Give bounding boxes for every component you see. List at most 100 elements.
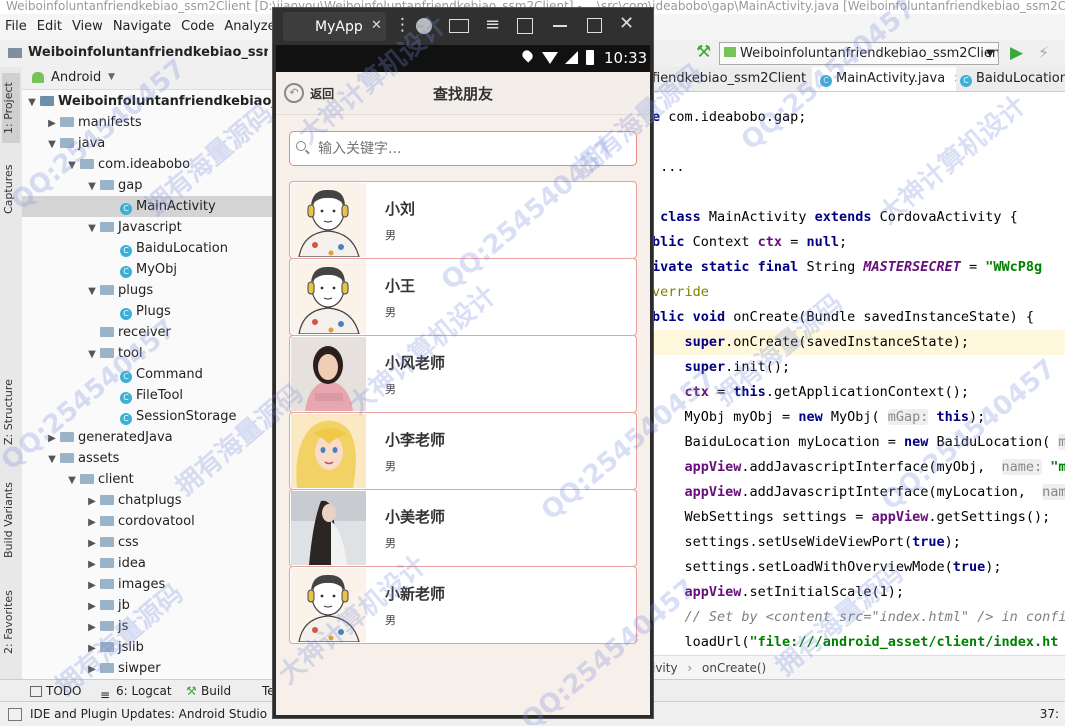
- chevron-down-icon[interactable]: ▼: [108, 72, 115, 82]
- code-line[interactable]: // Set by <content src="index.html" /> i…: [652, 605, 1065, 630]
- friend-list-item[interactable]: 小美老师男: [289, 489, 637, 567]
- chevron-down-icon[interactable]: ▼: [66, 470, 78, 491]
- tab-favorites[interactable]: 2: Favorites: [2, 587, 20, 657]
- code-line[interactable]: class MainActivity extends CordovaActivi…: [652, 205, 1065, 230]
- cursor-position[interactable]: 37:: [1040, 702, 1059, 726]
- tab-structure[interactable]: Z: Structure: [2, 375, 20, 449]
- account-icon[interactable]: [416, 18, 432, 34]
- code-line[interactable]: settings.setLoadWithOverviewMode(true);: [652, 555, 1065, 580]
- chevron-down-icon[interactable]: ▼: [86, 344, 98, 365]
- hammer-icon[interactable]: ⚒: [696, 42, 711, 62]
- code-line[interactable]: [652, 130, 1065, 155]
- code-line[interactable]: appView.setInitialScale(1);: [652, 580, 1065, 605]
- editor-tab[interactable]: fiendkebiao_ssm2Client ✕: [646, 67, 808, 91]
- menu-icon[interactable]: ≡: [485, 14, 500, 35]
- code-line[interactable]: WebSettings settings = appView.getSettin…: [652, 505, 1065, 530]
- chevron-right-icon[interactable]: ▶: [46, 113, 58, 134]
- code-line[interactable]: MyObj myObj = new MyObj( mGap: this);: [652, 405, 1065, 430]
- tree-item[interactable]: ▶ generatedJava: [22, 427, 298, 448]
- folder-icon: [100, 495, 114, 505]
- run-config-select[interactable]: Weiboinfoluntanfriendkebiao_ssm2Client ▼: [719, 42, 999, 65]
- tool-todo[interactable]: TODO: [46, 680, 81, 702]
- chevron-right-icon[interactable]: ▶: [86, 554, 98, 575]
- status-message[interactable]: IDE and Plugin Updates: Android Studio i…: [30, 702, 286, 726]
- chevron-down-icon[interactable]: ▼: [66, 155, 78, 176]
- tree-item[interactable]: ▶ manifests: [22, 112, 298, 133]
- code-line[interactable]: BaiduLocation myLocation = new BaiduLoca…: [652, 430, 1065, 455]
- menu-view[interactable]: View: [67, 14, 108, 40]
- tree-item-label: FileTool: [136, 388, 184, 403]
- chevron-right-icon[interactable]: ▶: [86, 659, 98, 680]
- code-line[interactable]: [652, 180, 1065, 205]
- chevron-down-icon[interactable]: ▼: [86, 176, 98, 197]
- code-area[interactable]: e com.ideabobo.gap; ... class MainActivi…: [652, 105, 1065, 655]
- emulator-tab[interactable]: MyApp ✕: [283, 12, 386, 41]
- code-line[interactable]: ctx = this.getApplicationContext();: [652, 380, 1065, 405]
- code-line[interactable]: e com.ideabobo.gap;: [652, 105, 1065, 130]
- code-line[interactable]: ...: [652, 155, 1065, 180]
- run-icon[interactable]: ▶: [1010, 43, 1023, 63]
- editor-tab-active[interactable]: CMainActivity.java ✕: [812, 67, 956, 91]
- more-vertical-icon[interactable]: ⋮: [394, 15, 411, 35]
- code-editor[interactable]: fiendkebiao_ssm2Client ✕ CMainActivity.j…: [652, 67, 1065, 680]
- maximize-icon[interactable]: [587, 18, 602, 33]
- friend-list-item[interactable]: 小李老师男: [289, 412, 637, 490]
- chevron-right-icon[interactable]: ▶: [86, 617, 98, 638]
- tab-captures[interactable]: Captures: [2, 159, 20, 219]
- code-line[interactable]: settings.setUseWideViewPort(true);: [652, 530, 1065, 555]
- tree-item-label: css: [118, 535, 139, 550]
- chevron-right-icon[interactable]: ▶: [86, 596, 98, 617]
- chevron-down-icon[interactable]: ▼: [26, 92, 38, 113]
- menu-navigate[interactable]: Navigate: [108, 14, 176, 40]
- menu-code[interactable]: Code: [176, 14, 219, 40]
- tab-build-variants[interactable]: Build Variants: [2, 475, 20, 565]
- chevron-right-icon[interactable]: ▶: [46, 428, 58, 449]
- chevron-down-icon[interactable]: ▼: [46, 134, 58, 155]
- fullscreen-icon[interactable]: [517, 18, 533, 34]
- chevron-right-icon[interactable]: ▶: [86, 638, 98, 659]
- friend-list-item[interactable]: 小新老师男: [289, 566, 637, 644]
- back-button[interactable]: ↶ 返回: [284, 83, 334, 105]
- tree-item[interactable]: ▼ assets: [22, 448, 298, 469]
- menu-edit[interactable]: Edit: [32, 14, 67, 40]
- chevron-right-icon[interactable]: ▶: [86, 575, 98, 596]
- code-line[interactable]: appView.addJavascriptInterface(myLocatio…: [652, 480, 1065, 505]
- breadcrumb-class[interactable]: ivity: [652, 661, 678, 675]
- minimize-icon[interactable]: [553, 25, 567, 27]
- chevron-right-icon[interactable]: ▶: [86, 512, 98, 533]
- search-field[interactable]: [289, 131, 637, 166]
- search-input[interactable]: [316, 135, 630, 162]
- code-line[interactable]: loadUrl("file:///android_asset/client/in…: [652, 630, 1065, 655]
- friend-list-item[interactable]: 小刘男: [289, 181, 637, 259]
- tool-build[interactable]: Build: [201, 680, 231, 702]
- close-window-icon[interactable]: ✕: [619, 13, 634, 34]
- chevron-down-icon[interactable]: ▼: [86, 281, 98, 302]
- tree-item[interactable]: ▼ java: [22, 133, 298, 154]
- tree-item-label: images: [118, 577, 166, 592]
- run-config-label: Weiboinfoluntanfriendkebiao_ssm2Client: [740, 46, 999, 61]
- friend-list-item[interactable]: 小风老师男: [289, 335, 637, 413]
- code-line[interactable]: super.onCreate(savedInstanceState);: [652, 330, 1065, 355]
- breadcrumb-method[interactable]: onCreate(): [702, 661, 766, 675]
- tool-logcat[interactable]: 6: Logcat: [116, 680, 172, 702]
- chevron-down-icon[interactable]: ▼: [46, 449, 58, 470]
- code-line[interactable]: verride: [652, 280, 1065, 305]
- code-line[interactable]: super.init();: [652, 355, 1065, 380]
- mail-icon[interactable]: [449, 19, 469, 33]
- tree-item[interactable]: ▼ Weiboinfoluntanfriendkebiao_ssm: [22, 91, 307, 113]
- code-line[interactable]: blic Context ctx = null;: [652, 230, 1065, 255]
- code-line[interactable]: blic void onCreate(Bundle savedInstanceS…: [652, 305, 1065, 330]
- code-line[interactable]: appView.addJavascriptInterface(myObj, na…: [652, 455, 1065, 480]
- chevron-down-icon[interactable]: ▼: [86, 218, 98, 239]
- friend-list-item[interactable]: 小王男: [289, 258, 637, 336]
- chevron-right-icon[interactable]: ▶: [86, 491, 98, 512]
- menu-file[interactable]: File: [0, 14, 32, 40]
- chevron-right-icon[interactable]: ▶: [86, 533, 98, 554]
- editor-tab[interactable]: C BaiduLocation.j: [952, 67, 1065, 91]
- tab-project[interactable]: 1: Project: [2, 73, 20, 143]
- project-breadcrumb[interactable]: Weiboinfoluntanfriendkebiao_ssm2Client: [28, 45, 268, 60]
- code-line[interactable]: ivate static final String MASTERSECRET =…: [652, 255, 1065, 280]
- project-view-select[interactable]: Android: [51, 70, 101, 85]
- close-icon[interactable]: ✕: [371, 18, 382, 33]
- apply-changes-icon[interactable]: ⚡: [1038, 43, 1049, 62]
